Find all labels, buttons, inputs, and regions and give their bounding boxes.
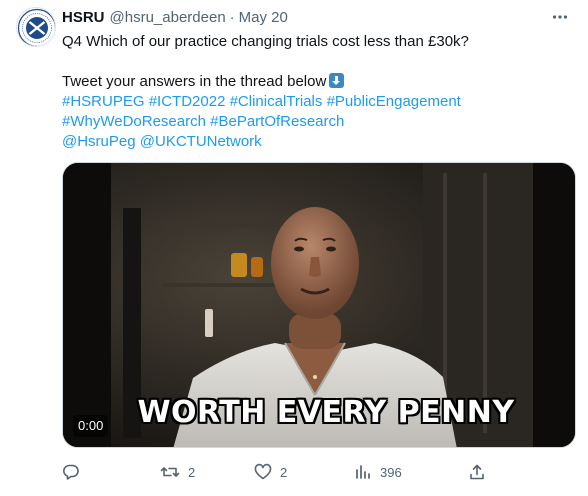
share-icon — [468, 463, 486, 481]
views-button[interactable]: 396 — [354, 460, 402, 484]
retweet-count: 2 — [188, 464, 196, 480]
hashtag-line-1: #HSRUPEG #ICTD2022 #ClinicalTrials #Publ… — [62, 92, 572, 112]
tweet-question: Q4 Which of our practice changing trials… — [62, 33, 469, 50]
mention-hsrupeg[interactable]: @HsruPeg — [62, 133, 136, 150]
hashtag-bepartofresearch[interactable]: #BePartOfResearch — [210, 113, 344, 130]
tweet-prompt: Tweet your answers in the thread below — [62, 73, 327, 90]
tweet-date[interactable]: May 20 — [239, 9, 288, 26]
video-player[interactable]: 0:00 WORTH EVERY PENNY — [62, 162, 576, 448]
author-handle[interactable]: @hsru_aberdeen — [110, 9, 226, 26]
video-caption: WORTH EVERY PENNY — [137, 395, 515, 430]
video-time-badge: 0:00 — [73, 415, 109, 437]
hashtag-clinicaltrials[interactable]: #ClinicalTrials — [230, 93, 323, 110]
mention-ukctunetwork[interactable]: @UKCTUNetwork — [140, 133, 262, 150]
tweet-prompt-line: Tweet your answers in the thread below — [62, 72, 572, 92]
more-icon[interactable] — [548, 6, 572, 28]
tweet[interactable]: HSRU @hsru_aberdeen · May 20 Q4 Which of… — [0, 0, 588, 496]
hashtag-hsrupeg[interactable]: #HSRUPEG — [62, 93, 145, 110]
views-icon — [354, 463, 372, 481]
views-count: 396 — [380, 464, 402, 480]
retweet-icon — [160, 463, 180, 481]
like-button[interactable]: 2 — [254, 460, 287, 484]
hashtag-line-2: #WhyWeDoResearch #BePartOfResearch — [62, 112, 572, 132]
mention-line: @HsruPeg @UKCTUNetwork — [62, 132, 572, 152]
reply-icon — [62, 463, 80, 481]
action-bar: 2 2 396 — [0, 460, 588, 484]
separator: · — [229, 8, 235, 26]
avatar[interactable] — [16, 7, 56, 47]
retweet-button[interactable]: 2 — [160, 460, 195, 484]
hashtag-publicengagement[interactable]: #PublicEngagement — [327, 93, 461, 110]
share-button[interactable] — [468, 460, 486, 484]
like-icon — [254, 463, 272, 481]
like-count: 2 — [280, 464, 288, 480]
down-arrow-emoji-icon — [329, 73, 345, 88]
tweet-header: HSRU @hsru_aberdeen · May 20 — [62, 7, 288, 27]
hsru-logo — [17, 8, 55, 46]
hashtag-ictd2022[interactable]: #ICTD2022 — [149, 93, 226, 110]
hashtag-whywedoresearch[interactable]: #WhyWeDoResearch — [62, 113, 206, 130]
author-name[interactable]: HSRU — [62, 9, 105, 26]
reply-button[interactable] — [62, 460, 88, 484]
tweet-text: Q4 Which of our practice changing trials… — [62, 32, 572, 152]
